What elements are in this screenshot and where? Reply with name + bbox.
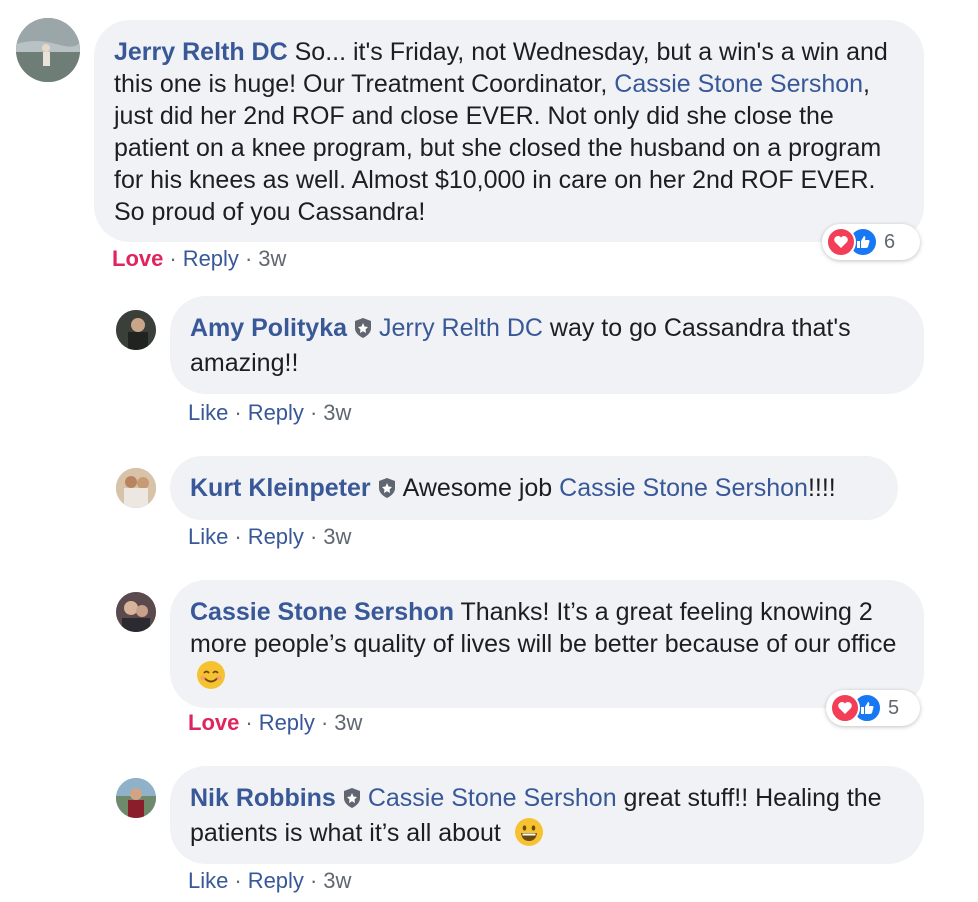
reply-author[interactable]: Kurt Kleinpeter xyxy=(190,474,371,502)
timestamp[interactable]: 3w xyxy=(323,868,351,893)
avatar[interactable] xyxy=(16,18,80,82)
shield-icon xyxy=(377,475,397,507)
timestamp[interactable]: 3w xyxy=(334,710,362,735)
reply-text: !!!! xyxy=(807,474,836,502)
reply-button[interactable]: Reply xyxy=(248,868,304,893)
mention-link[interactable]: Cassie Stone Sershon xyxy=(559,474,808,502)
comment-author[interactable]: Jerry Relth DC xyxy=(114,38,288,66)
reply-button[interactable]: Reply xyxy=(183,246,239,271)
reply-actions: Love · Reply · 3w xyxy=(188,710,362,736)
smiling-face-emoji xyxy=(196,660,226,698)
like-button[interactable]: Like xyxy=(188,400,228,425)
separator: · xyxy=(309,868,318,893)
comment-actions: Love · Reply · 3w xyxy=(112,246,286,272)
reaction-count: 5 xyxy=(888,696,900,719)
separator: · xyxy=(309,524,318,549)
love-button[interactable]: Love xyxy=(112,246,163,271)
reply-text: Awesome job xyxy=(402,474,560,502)
reply-bubble: Cassie Stone Sershon Thanks! It’s a grea… xyxy=(170,580,924,708)
reaction-summary[interactable]: 6 xyxy=(822,224,920,260)
shield-icon xyxy=(353,315,373,347)
separator: · xyxy=(234,868,242,893)
separator: · xyxy=(320,710,329,735)
separator: · xyxy=(169,246,177,271)
avatar[interactable] xyxy=(116,310,156,350)
mention-link[interactable]: Cassie Stone Sershon xyxy=(368,784,617,812)
separator: · xyxy=(309,400,318,425)
reply-actions: Like · Reply · 3w xyxy=(188,868,351,894)
reply-button[interactable]: Reply xyxy=(248,400,304,425)
reply-author[interactable]: Amy Polityka xyxy=(190,314,347,342)
reply-author[interactable]: Nik Robbins xyxy=(190,784,336,812)
timestamp[interactable]: 3w xyxy=(323,524,351,549)
grinning-face-emoji xyxy=(514,817,544,855)
separator: · xyxy=(234,400,242,425)
reaction-count: 6 xyxy=(884,230,896,253)
timestamp[interactable]: 3w xyxy=(258,246,286,271)
comment-bubble: Jerry Relth DC So... it's Friday, not We… xyxy=(94,20,924,242)
reply-bubble: Nik Robbins Cassie Stone Sershon great st… xyxy=(170,766,924,864)
shield-icon xyxy=(342,785,362,817)
like-button[interactable]: Like xyxy=(188,868,228,893)
love-button[interactable]: Love xyxy=(188,710,239,735)
like-button[interactable]: Like xyxy=(188,524,228,549)
reply-actions: Like · Reply · 3w xyxy=(188,524,351,550)
avatar[interactable] xyxy=(116,778,156,818)
reply-actions: Like · Reply · 3w xyxy=(188,400,351,426)
avatar[interactable] xyxy=(116,592,156,632)
reply-button[interactable]: Reply xyxy=(259,710,315,735)
reply-author[interactable]: Cassie Stone Sershon xyxy=(190,598,454,626)
reply-button[interactable]: Reply xyxy=(248,524,304,549)
reply-bubble: Amy Polityka Jerry Relth DC way to go Cas… xyxy=(170,296,924,394)
heart-icon xyxy=(826,227,856,257)
separator: · xyxy=(234,524,242,549)
heart-icon xyxy=(830,693,860,723)
separator: · xyxy=(244,246,253,271)
reaction-summary[interactable]: 5 xyxy=(826,690,920,726)
mention-link[interactable]: Jerry Relth DC xyxy=(379,314,543,342)
avatar[interactable] xyxy=(116,468,156,508)
mention-link[interactable]: Cassie Stone Sershon xyxy=(614,70,863,98)
reply-bubble: Kurt Kleinpeter Awesome job Cassie Stone … xyxy=(170,456,898,520)
timestamp[interactable]: 3w xyxy=(323,400,351,425)
separator: · xyxy=(245,710,253,735)
